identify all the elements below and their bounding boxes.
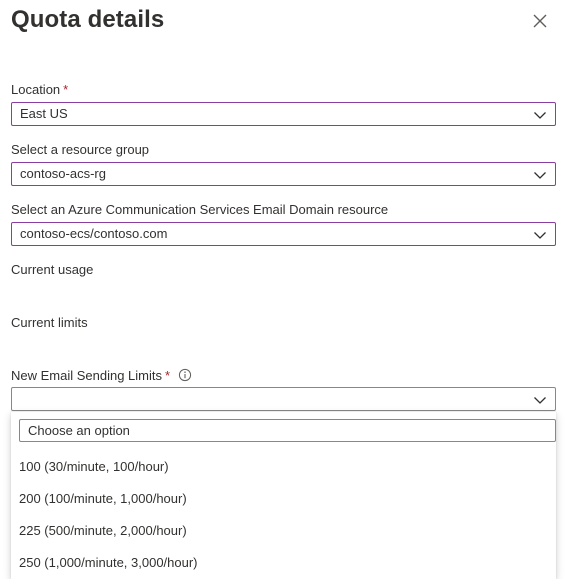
resource-group-label: Select a resource group bbox=[11, 142, 150, 157]
new-limits-dropdown[interactable] bbox=[11, 387, 556, 411]
email-domain-label: Select an Azure Communication Services E… bbox=[11, 202, 389, 217]
location-value: East US bbox=[20, 106, 68, 121]
chevron-down-icon bbox=[533, 168, 547, 182]
dropdown-option[interactable]: 250 (1,000/minute, 3,000/hour) bbox=[11, 547, 556, 579]
chevron-down-icon bbox=[533, 228, 547, 242]
dropdown-option[interactable]: 100 (30/minute, 100/hour) bbox=[11, 451, 556, 483]
location-dropdown[interactable]: East US bbox=[11, 102, 556, 126]
location-label: Location * bbox=[11, 81, 68, 99]
dropdown-option[interactable]: 225 (500/minute, 2,000/hour) bbox=[11, 515, 556, 547]
new-limits-label: New Email Sending Limits * bbox=[11, 367, 192, 387]
option-label: 100 (30/minute, 100/hour) bbox=[19, 459, 169, 474]
close-icon bbox=[530, 11, 550, 31]
dropdown-option[interactable]: 200 (100/minute, 1,000/hour) bbox=[11, 483, 556, 515]
chevron-down-icon bbox=[533, 393, 547, 407]
new-limits-options-list: 100 (30/minute, 100/hour) 200 (100/minut… bbox=[11, 412, 556, 579]
email-domain-value: contoso-ecs/contoso.com bbox=[20, 226, 168, 241]
location-label-text: Location bbox=[11, 82, 61, 97]
required-marker: * bbox=[165, 368, 171, 383]
option-label: 225 (500/minute, 2,000/hour) bbox=[19, 523, 187, 538]
required-marker: * bbox=[63, 82, 69, 97]
chevron-down-icon bbox=[533, 108, 547, 122]
resource-group-dropdown[interactable]: contoso-acs-rg bbox=[11, 162, 556, 186]
page-title: Quota details bbox=[11, 6, 165, 33]
close-button[interactable] bbox=[530, 11, 550, 31]
resource-group-value: contoso-acs-rg bbox=[20, 166, 106, 181]
current-usage-label: Current usage bbox=[11, 262, 94, 277]
option-label: 250 (1,000/minute, 3,000/hour) bbox=[19, 555, 198, 570]
new-limits-label-text: New Email Sending Limits bbox=[11, 368, 163, 383]
filter-options-input[interactable] bbox=[19, 419, 556, 442]
current-limits-label: Current limits bbox=[11, 315, 88, 330]
info-icon[interactable] bbox=[178, 368, 192, 387]
email-domain-dropdown[interactable]: contoso-ecs/contoso.com bbox=[11, 222, 556, 246]
quota-details-panel: Quota details Location * East US Select a… bbox=[0, 0, 567, 579]
option-label: 200 (100/minute, 1,000/hour) bbox=[19, 491, 187, 506]
